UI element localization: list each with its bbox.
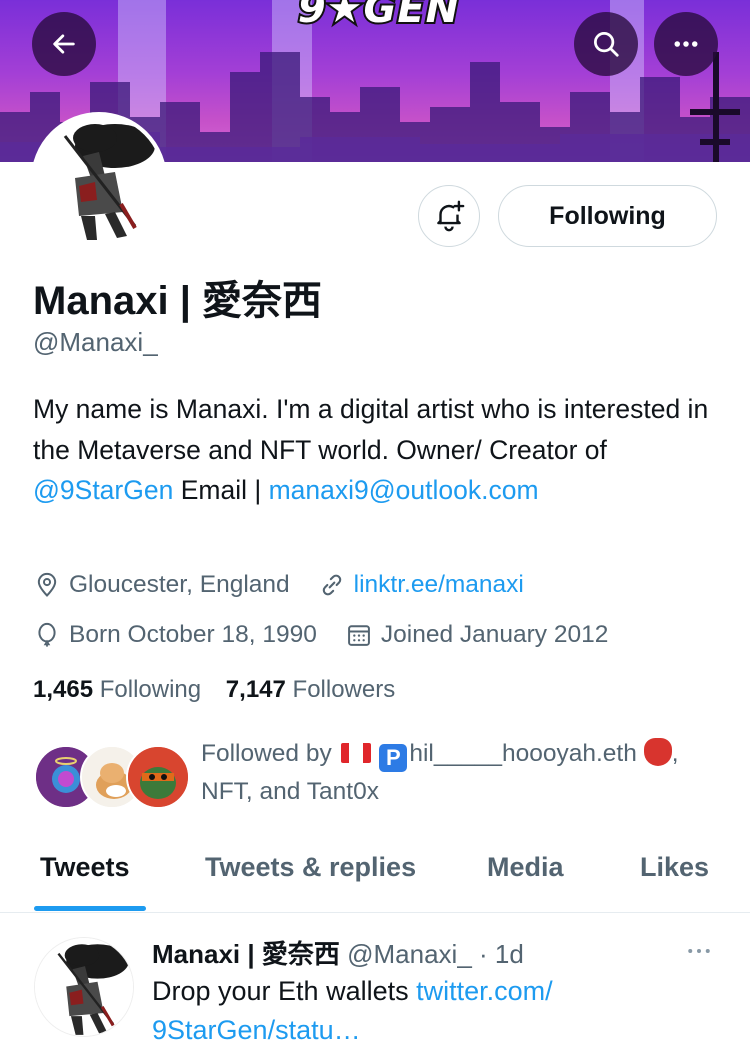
more-options-button[interactable]: [654, 12, 718, 76]
banner-logo: 9★GEN: [296, 0, 461, 34]
samurai-character-image: [35, 116, 163, 244]
follow-counts: 1,465 Following 7,147 Followers: [33, 676, 395, 704]
tab-tweets[interactable]: Tweets: [40, 852, 130, 883]
followers-count: 7,147: [225, 676, 286, 703]
joined-date: Joined January 2012: [345, 621, 608, 649]
tweet-more-button[interactable]: [684, 936, 714, 971]
active-tab-indicator: [34, 906, 146, 911]
bio-email-link[interactable]: manaxi9@outlook.com: [269, 475, 539, 505]
search-icon: [594, 32, 619, 57]
profile-tabs: Tweets Tweets & replies Media Likes: [0, 840, 750, 912]
following-count: 1,465: [33, 676, 94, 703]
canada-flag-icon: [340, 743, 371, 763]
website-link[interactable]: linktr.ee/manaxi: [354, 571, 524, 599]
profile-display-name: Manaxi | 愛奈西: [33, 279, 323, 323]
link-icon: [322, 574, 341, 596]
profile-handle: @Manaxi_: [33, 327, 158, 357]
bio-text-email-label: Email |: [173, 475, 269, 505]
tab-media[interactable]: Media: [487, 852, 564, 883]
following-count-link[interactable]: 1,465 Following: [33, 676, 201, 703]
tweet-text: Drop your Eth wallets twitter.com/9StarG…: [152, 972, 712, 1050]
profile-meta-row-2: Born October 18, 1990 Joined January 201…: [33, 618, 608, 652]
bell-plus-icon: [437, 200, 465, 232]
tweet-header: Manaxi | 愛奈西 @Manaxi_ · 1d: [152, 934, 524, 971]
followed-by-prefix: Followed by: [201, 740, 332, 767]
tweet-time[interactable]: · 1d: [479, 939, 524, 969]
profile-avatar[interactable]: [31, 112, 167, 248]
profile-bio: My name is Manaxi. I'm a digital artist …: [33, 389, 733, 511]
tweet-author-handle[interactable]: @Manaxi_: [347, 939, 472, 969]
birthday-text: Born October 18, 1990: [69, 621, 317, 648]
arrow-left-icon: [53, 34, 75, 54]
birthday: Born October 18, 1990: [33, 621, 317, 649]
bio-text: My name is Manaxi. I'm a digital artist …: [33, 394, 709, 465]
followed-by-avatars[interactable]: [34, 745, 190, 809]
calendar-icon: [347, 625, 370, 646]
tweet-body: Drop your Eth wallets: [152, 976, 417, 1006]
profile-meta-row-1: Gloucester, England linktr.ee/manaxi: [33, 568, 524, 602]
location-text: Gloucester, England: [69, 571, 290, 598]
parking-p-icon: P: [379, 744, 408, 772]
joined-text: Joined January 2012: [380, 621, 609, 648]
goblin-mask-icon: [643, 738, 672, 766]
divider: [0, 912, 750, 913]
more-horizontal-icon: [674, 41, 698, 47]
followed-by-text[interactable]: Followed by Phil_____hoooyah.eth , NFT, …: [201, 735, 731, 811]
followed-by-name-1: hil_____hoooyah.eth: [409, 740, 637, 767]
tab-likes[interactable]: Likes: [640, 852, 709, 883]
location: Gloucester, England: [33, 571, 290, 599]
bio-mention-link[interactable]: @9StarGen: [33, 475, 173, 505]
following-button[interactable]: Following: [498, 185, 717, 247]
search-button[interactable]: [574, 12, 638, 76]
tweet-author-avatar[interactable]: [34, 937, 134, 1037]
followers-label: Followers: [292, 676, 396, 703]
tweet-link[interactable]: twitter.com/: [416, 976, 553, 1006]
following-label: Following: [99, 676, 202, 703]
location-pin-icon: [37, 573, 57, 597]
tweet-author-name[interactable]: Manaxi | 愛奈西: [152, 939, 340, 969]
tweet-link-continued[interactable]: 9StarGen/statu…: [152, 1015, 361, 1045]
avatar: [126, 745, 190, 809]
followers-count-link[interactable]: 7,147 Followers: [226, 676, 395, 703]
back-button[interactable]: [32, 12, 96, 76]
samurai-character-image: [35, 938, 133, 1036]
tab-tweets-replies[interactable]: Tweets & replies: [205, 852, 416, 883]
more-horizontal-icon: [688, 949, 710, 953]
notification-bell-button[interactable]: [418, 185, 480, 247]
website[interactable]: linktr.ee/manaxi: [318, 571, 524, 599]
balloon-icon: [38, 622, 56, 647]
